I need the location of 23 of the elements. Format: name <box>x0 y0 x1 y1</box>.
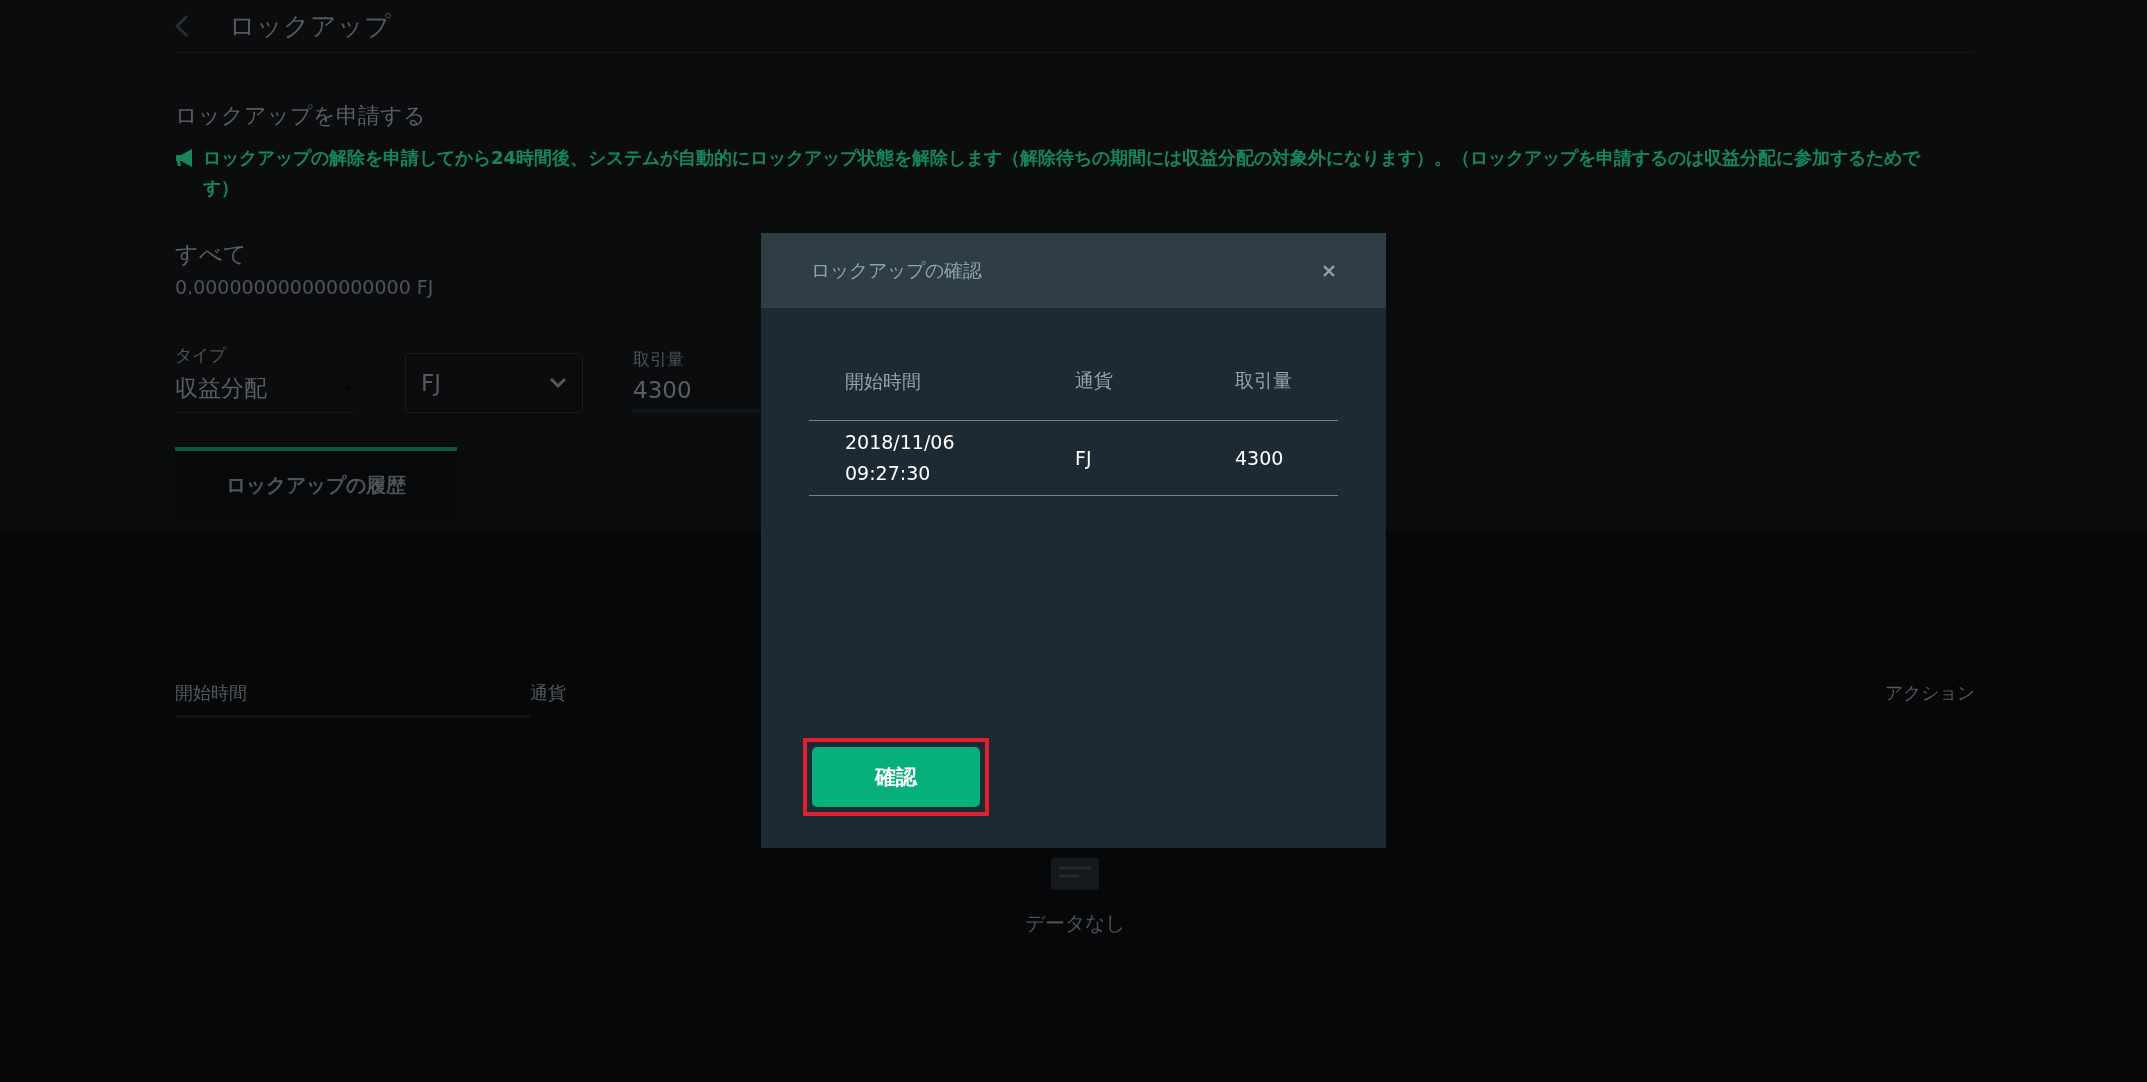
column-header: アクション <box>1885 681 1975 705</box>
confirm-button[interactable]: 確認 <box>812 747 980 807</box>
empty-box-icon <box>1051 858 1099 890</box>
empty-text: データなし <box>1025 910 1125 937</box>
table-cell-text: 2018/11/06 09:27:30 <box>845 430 956 486</box>
column-header: 開始時間 <box>845 368 922 394</box>
page-title: ロックアップ <box>229 9 391 43</box>
column-header: 取引量 <box>1235 368 1292 393</box>
history-tab[interactable]: ロックアップの履歴 <box>175 447 457 519</box>
section-title: ロックアップを申請する <box>175 102 426 130</box>
balance-label: すべて <box>175 240 247 269</box>
column-header: 通貨 <box>530 681 567 705</box>
currency-select[interactable]: FJ <box>405 353 583 413</box>
notice-text: ロックアップの解除を申請してから24時間後、システムが自動的にロックアップ状態を解除します（解除待ちの期間には収益分配の対象外になります）。（ロックアップを申請するのは収益分配に参加するためです） <box>203 146 1922 200</box>
balance-value: 0.000000000000000000 FJ <box>175 276 434 298</box>
table-cell: 4300 <box>1235 447 1284 469</box>
dialog-title: ロックアップの確認 <box>811 257 982 283</box>
table-cell-text: FJ <box>1075 447 1093 469</box>
column-header: 開始時間 <box>175 681 530 718</box>
chevron-down-icon <box>549 377 567 389</box>
close-icon[interactable] <box>1322 263 1336 278</box>
column-header: 通貨 <box>1075 368 1114 393</box>
type-select[interactable]: タイプ 収益分配 <box>175 344 355 413</box>
